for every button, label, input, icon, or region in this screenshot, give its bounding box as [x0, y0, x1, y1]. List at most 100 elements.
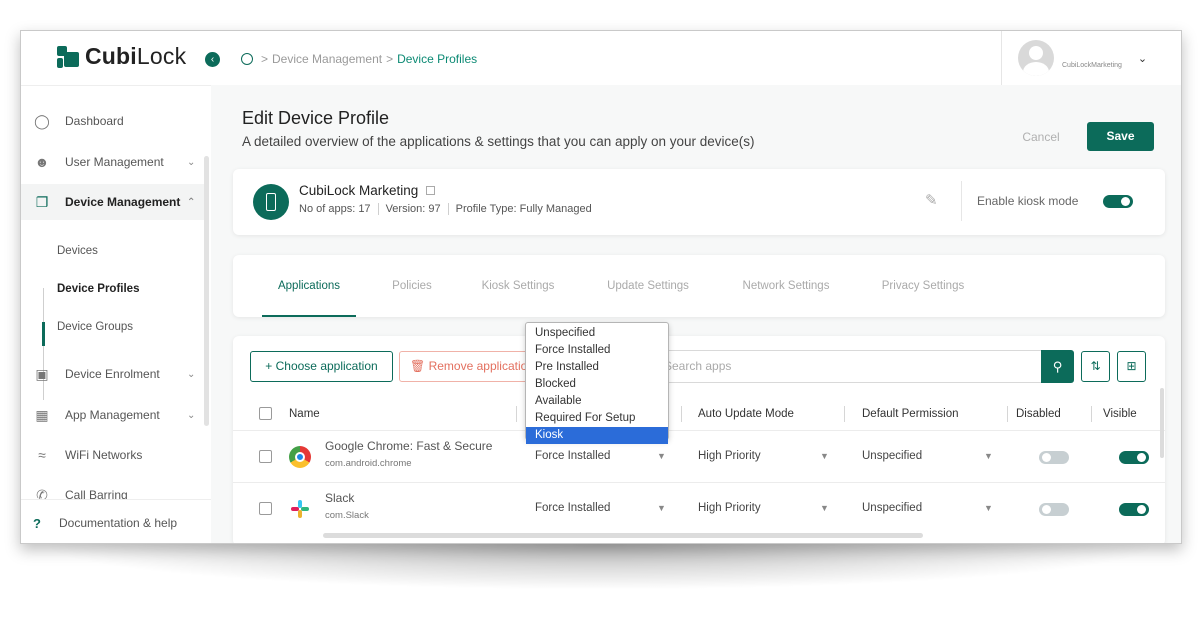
choose-application-button[interactable]: + Choose application: [250, 351, 393, 382]
kiosk-mode-toggle[interactable]: [1103, 195, 1133, 208]
row-checkbox[interactable]: [259, 502, 272, 515]
caret-down-icon: ▼: [984, 503, 993, 513]
profile-type: Profile Type: Fully Managed: [455, 203, 592, 215]
wifi-icon: ≈: [38, 447, 46, 463]
column-default-permission[interactable]: Default Permission: [862, 398, 959, 430]
submenu-active-marker: [42, 322, 45, 346]
breadcrumb-separator: >: [386, 52, 394, 66]
search-icon[interactable]: ⚲: [1041, 350, 1074, 383]
logo-text: CubiLock: [85, 43, 187, 69]
dropdown-option-unspecified[interactable]: Unspecified: [526, 325, 668, 342]
chevron-up-icon: ⌃: [187, 196, 196, 208]
row-checkbox[interactable]: [259, 450, 272, 463]
install-type-dropdown: Unspecified Force Installed Pre Installe…: [525, 322, 669, 444]
table-vertical-scrollbar[interactable]: [1160, 388, 1164, 458]
tab-privacy-settings[interactable]: Privacy Settings: [873, 255, 973, 317]
table-header: Name Auto Update Mode Default Permission…: [233, 398, 1165, 430]
smartphone-icon: [253, 184, 289, 220]
search-input[interactable]: Search apps: [653, 350, 1043, 383]
visible-toggle[interactable]: [1119, 503, 1149, 516]
sidebar-item-device-management[interactable]: ❐ Device Management ⌃: [21, 184, 204, 220]
sidebar-subitem-device-profiles[interactable]: Device Profiles: [57, 283, 139, 295]
install-type-select[interactable]: Force Installed ▼: [535, 483, 670, 533]
dashboard-icon[interactable]: [241, 53, 253, 65]
tab-update-settings[interactable]: Update Settings: [598, 255, 698, 317]
logo[interactable]: CubiLock: [57, 43, 186, 70]
dropdown-option-force-installed[interactable]: Force Installed: [526, 342, 668, 359]
save-button[interactable]: Save: [1087, 122, 1154, 151]
caret-down-icon: ▼: [657, 503, 666, 513]
page-subtitle: A detailed overview of the applications …: [242, 134, 755, 149]
sidebar-item-dashboard[interactable]: ◯ Dashboard: [21, 103, 204, 139]
caret-down-icon: ▼: [984, 451, 993, 461]
breadcrumb-device-management[interactable]: Device Management: [272, 52, 382, 66]
dropdown-option-blocked[interactable]: Blocked: [526, 376, 668, 393]
column-disabled[interactable]: Disabled: [1016, 398, 1061, 430]
chevron-down-icon: ⌄: [187, 409, 196, 421]
profile-card: CubiLock Marketing No of apps: 17 Versio…: [233, 169, 1165, 235]
column-auto-update-mode[interactable]: Auto Update Mode: [698, 398, 794, 430]
disabled-toggle[interactable]: [1039, 451, 1069, 464]
sidebar-item-device-enrolment[interactable]: ▣ Device Enrolment ⌄: [21, 356, 204, 392]
logo-icon: [57, 45, 79, 68]
chevron-down-icon: ⌄: [187, 156, 196, 168]
monitor-icon: ▣: [35, 366, 49, 382]
table-row[interactable]: Slack com.Slack Force Installed ▼ High Pr…: [233, 482, 1165, 534]
dropdown-option-required-for-setup[interactable]: Required For Setup: [526, 410, 668, 427]
dropdown-option-available[interactable]: Available: [526, 393, 668, 410]
auto-update-select[interactable]: High Priority ▼: [698, 483, 833, 533]
users-icon: ☻: [34, 154, 50, 170]
column-visible[interactable]: Visible: [1103, 398, 1137, 430]
sidebar-subitem-devices[interactable]: Devices: [57, 245, 98, 257]
sidebar-item-wifi-networks[interactable]: ≈ WiFi Networks: [21, 437, 204, 473]
permission-select[interactable]: Unspecified ▼: [862, 483, 997, 533]
user-menu[interactable]: CubiLockMarketing ⌄: [1001, 31, 1181, 85]
avatar[interactable]: [1018, 40, 1054, 76]
divider: [961, 181, 962, 221]
apps-grid-icon: ▦: [35, 407, 49, 423]
auto-update-select[interactable]: High Priority ▼: [698, 431, 833, 481]
dashboard-icon: ◯: [34, 113, 50, 129]
breadcrumb: > Device Management > Device Profiles: [241, 52, 477, 66]
applications-panel: + Choose application 🗑 Remove applicatio…: [233, 336, 1165, 543]
chevron-down-icon: ⌄: [187, 368, 196, 380]
table-row[interactable]: Google Chrome: Fast & Secure com.android…: [233, 430, 1165, 482]
collapse-sidebar-button[interactable]: ‹: [205, 52, 220, 67]
tab-policies[interactable]: Policies: [381, 255, 443, 317]
profile-app-count: No of apps: 17: [299, 203, 371, 215]
documentation-help-link[interactable]: ? Documentation & help: [21, 499, 211, 543]
dropdown-option-kiosk[interactable]: Kiosk: [526, 427, 668, 444]
trash-icon: 🗑: [410, 359, 426, 373]
tab-network-settings[interactable]: Network Settings: [733, 255, 839, 317]
tabs-bar: Applications Policies Kiosk Settings Upd…: [233, 255, 1165, 317]
sidebar-scrollbar[interactable]: [204, 156, 209, 426]
edit-icon[interactable]: ✎: [925, 193, 941, 209]
sort-icon[interactable]: ⇅: [1081, 351, 1110, 382]
app-window: CubiLock ‹ > Device Management > Device …: [20, 30, 1182, 544]
add-folder-icon[interactable]: ⊞: [1117, 351, 1146, 382]
visible-toggle[interactable]: [1119, 451, 1149, 464]
frame-shadow: [40, 540, 1160, 590]
top-bar: CubiLock ‹ > Device Management > Device …: [21, 31, 1181, 85]
dropdown-option-pre-installed[interactable]: Pre Installed: [526, 359, 668, 376]
profile-version: Version: 97: [385, 203, 441, 215]
table-horizontal-scrollbar[interactable]: [323, 533, 923, 538]
app-name: Google Chrome: Fast & Secure: [325, 439, 493, 453]
cancel-button[interactable]: Cancel: [1006, 123, 1076, 151]
devices-icon: ❐: [35, 194, 49, 210]
permission-select[interactable]: Unspecified ▼: [862, 431, 997, 481]
tab-applications[interactable]: Applications: [262, 255, 356, 317]
tab-kiosk-settings[interactable]: Kiosk Settings: [473, 255, 563, 317]
help-icon: ?: [33, 515, 41, 531]
copy-icon[interactable]: [426, 186, 436, 195]
profile-meta: No of apps: 17 Version: 97 Profile Type:…: [299, 203, 592, 215]
column-name[interactable]: Name: [289, 398, 320, 430]
select-all-checkbox[interactable]: [259, 407, 272, 420]
sidebar-item-user-management[interactable]: ☻ User Management ⌄: [21, 144, 204, 180]
disabled-toggle[interactable]: [1039, 503, 1069, 516]
remove-application-button[interactable]: 🗑 Remove application: [399, 351, 539, 382]
chevron-down-icon[interactable]: ⌄: [1138, 52, 1147, 65]
sidebar-item-app-management[interactable]: ▦ App Management ⌄: [21, 397, 204, 433]
sidebar-subitem-device-groups[interactable]: Device Groups: [57, 321, 133, 333]
profile-name: CubiLock Marketing: [299, 183, 436, 198]
